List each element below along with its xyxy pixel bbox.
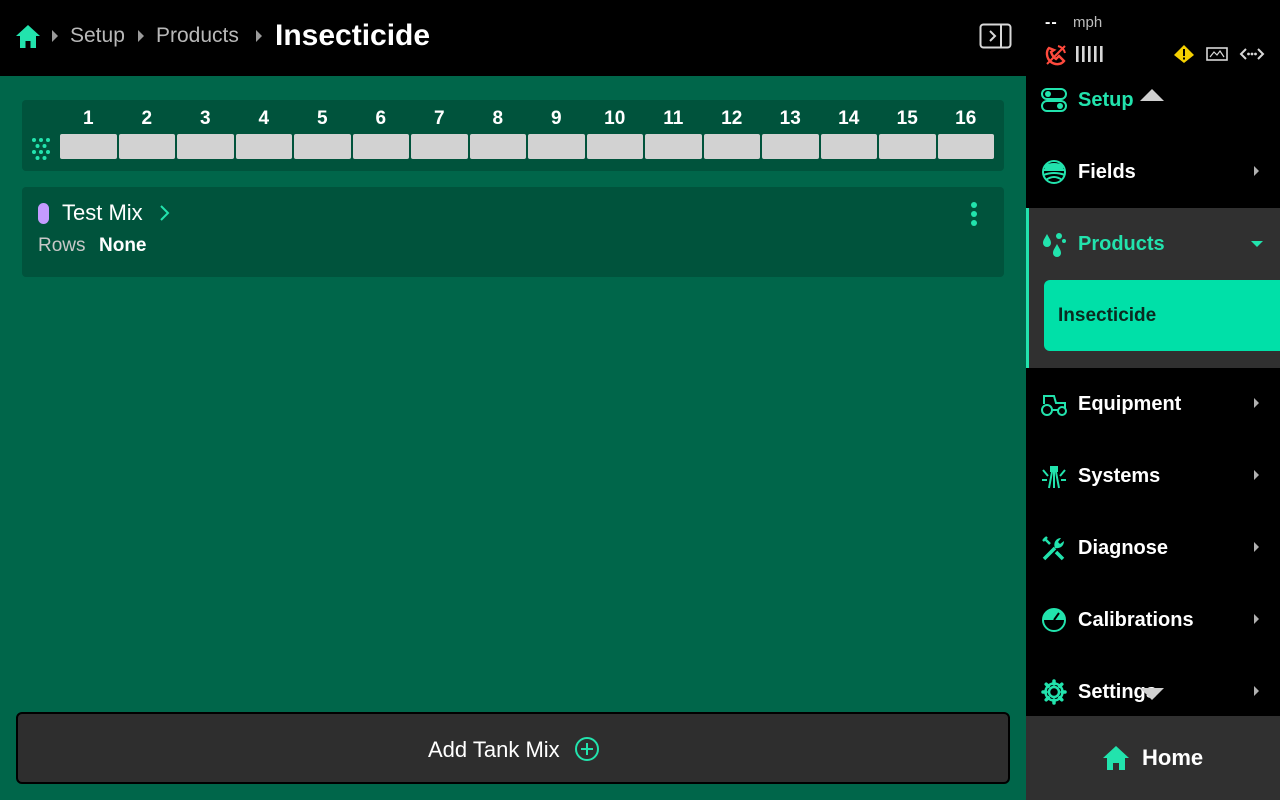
- scroll-up-icon[interactable]: [1140, 89, 1164, 101]
- scroll-down-icon[interactable]: [1140, 688, 1164, 700]
- chevron-right-icon: [1254, 542, 1259, 552]
- rows-label: Rows: [38, 235, 86, 256]
- home-button-label: Home: [1142, 745, 1204, 770]
- row-number-label: 8: [492, 108, 504, 129]
- tank-mix-name[interactable]: Test Mix: [62, 199, 143, 227]
- collapse-panel-icon[interactable]: [979, 23, 1012, 49]
- row-number-label: 4: [258, 108, 270, 129]
- row-cell[interactable]: [469, 134, 526, 159]
- nav-products-group: Products Insecticide: [1026, 208, 1280, 368]
- row-number-label: 14: [838, 108, 860, 129]
- rows-dots-icon: [32, 138, 50, 160]
- nav-fields-label: Fields: [1078, 161, 1136, 183]
- row-cell[interactable]: [762, 134, 819, 159]
- display-icon[interactable]: [1206, 45, 1228, 63]
- row-cell[interactable]: [645, 134, 702, 159]
- nav-sub-insecticide[interactable]: Insecticide: [1044, 280, 1280, 351]
- row-cell[interactable]: [235, 134, 292, 159]
- row-number-label: 13: [779, 108, 801, 129]
- row-number-label: 9: [550, 108, 562, 129]
- row-number-label: 1: [82, 108, 94, 129]
- home-icon[interactable]: [14, 22, 42, 50]
- main-content: 1 2 3 4 5 6 7 8 9 10 11 12 13 14 15 16 Test Mix Rows No…: [0, 76, 1026, 800]
- row-map-card: 1 2 3 4 5 6 7 8 9 10 11 12 13 14 15 16: [22, 100, 1004, 171]
- row-number-label: 16: [955, 108, 977, 129]
- home-icon: [1103, 746, 1129, 770]
- row-cell[interactable]: [703, 134, 760, 159]
- gear-icon: [1041, 679, 1067, 705]
- row-cell[interactable]: [60, 134, 117, 159]
- products-icon: [1043, 233, 1066, 257]
- nav-calibrations[interactable]: Calibrations: [1026, 584, 1280, 656]
- nav-sub-insecticide-label: Insecticide: [1058, 305, 1157, 326]
- plus-circle-icon: [575, 737, 599, 761]
- speed-value: --: [1045, 14, 1058, 31]
- chevron-down-icon: [1251, 241, 1263, 247]
- row-cell[interactable]: [177, 134, 234, 159]
- row-number-label: 2: [141, 108, 153, 129]
- tank-mix-card: Test Mix Rows None: [22, 187, 1004, 277]
- breadcrumb-separator-icon: [256, 30, 262, 42]
- nav-calibrations-label: Calibrations: [1078, 609, 1194, 631]
- row-cell[interactable]: [586, 134, 643, 159]
- systems-icon: [1042, 466, 1066, 489]
- nav-diagnose-label: Diagnose: [1078, 537, 1169, 559]
- top-bar: Setup Products Insecticide: [0, 0, 1026, 76]
- nav-systems[interactable]: Systems: [1026, 440, 1280, 512]
- row-number-label: 12: [721, 108, 743, 129]
- home-button[interactable]: Home: [1026, 714, 1280, 800]
- gauge-icon: [1042, 608, 1066, 632]
- row-cell[interactable]: [118, 134, 175, 159]
- row-number-label: 5: [316, 108, 328, 129]
- breadcrumb-products[interactable]: Products: [156, 22, 239, 50]
- nav-systems-label: Systems: [1078, 465, 1161, 487]
- chevron-right-icon: [1254, 686, 1259, 696]
- row-number-label: 10: [604, 108, 626, 129]
- chevron-right-icon: [1254, 470, 1259, 480]
- fields-icon: [1042, 160, 1066, 184]
- nav-products[interactable]: Products: [1026, 208, 1280, 280]
- signal-bars-icon: [1076, 46, 1103, 62]
- chevron-right-icon: [1254, 166, 1259, 176]
- row-number-label: 11: [663, 108, 684, 129]
- breadcrumb-setup[interactable]: Setup: [70, 22, 125, 50]
- row-cell[interactable]: [352, 134, 409, 159]
- row-cell[interactable]: [528, 134, 585, 159]
- nav-setup-label: Setup: [1078, 89, 1134, 111]
- breadcrumb-separator-icon: [138, 30, 144, 42]
- more-options-icon[interactable]: [966, 201, 982, 227]
- wrench-icon: [1042, 536, 1065, 561]
- row-number-label: 15: [896, 108, 918, 129]
- nav-equipment[interactable]: Equipment: [1026, 368, 1280, 440]
- row-cell[interactable]: [879, 134, 936, 159]
- mix-color-chip: [38, 203, 49, 224]
- breadcrumb-separator-icon: [52, 30, 58, 42]
- nav-fields[interactable]: Fields: [1026, 136, 1280, 208]
- nav-products-label: Products: [1078, 233, 1165, 255]
- row-cell[interactable]: [937, 134, 994, 159]
- connection-icon[interactable]: [1239, 45, 1265, 63]
- rows-value: None: [99, 235, 147, 256]
- row-cell[interactable]: [411, 134, 468, 159]
- nav-equipment-label: Equipment: [1078, 393, 1182, 415]
- row-number-label: 6: [375, 108, 387, 129]
- sidebar: -- mph Setup Fields Products Insecticide…: [1026, 0, 1280, 800]
- row-number-label: 3: [199, 108, 211, 129]
- add-tank-mix-label: Add Tank Mix: [428, 737, 560, 762]
- toggle-switch-icon: [1041, 88, 1067, 112]
- speed-unit: mph: [1073, 14, 1103, 31]
- row-cell[interactable]: [820, 134, 877, 159]
- chevron-right-icon: [1254, 614, 1259, 624]
- chevron-right-icon[interactable]: [157, 204, 171, 222]
- row-number-label: 7: [433, 108, 445, 129]
- warning-icon[interactable]: [1173, 44, 1195, 64]
- page-title: Insecticide: [275, 19, 431, 52]
- add-tank-mix-button[interactable]: Add Tank Mix: [16, 712, 1010, 784]
- row-cell[interactable]: [294, 134, 351, 159]
- nav-diagnose[interactable]: Diagnose: [1026, 512, 1280, 584]
- chevron-right-icon: [1254, 398, 1259, 408]
- tractor-icon: [1041, 395, 1067, 416]
